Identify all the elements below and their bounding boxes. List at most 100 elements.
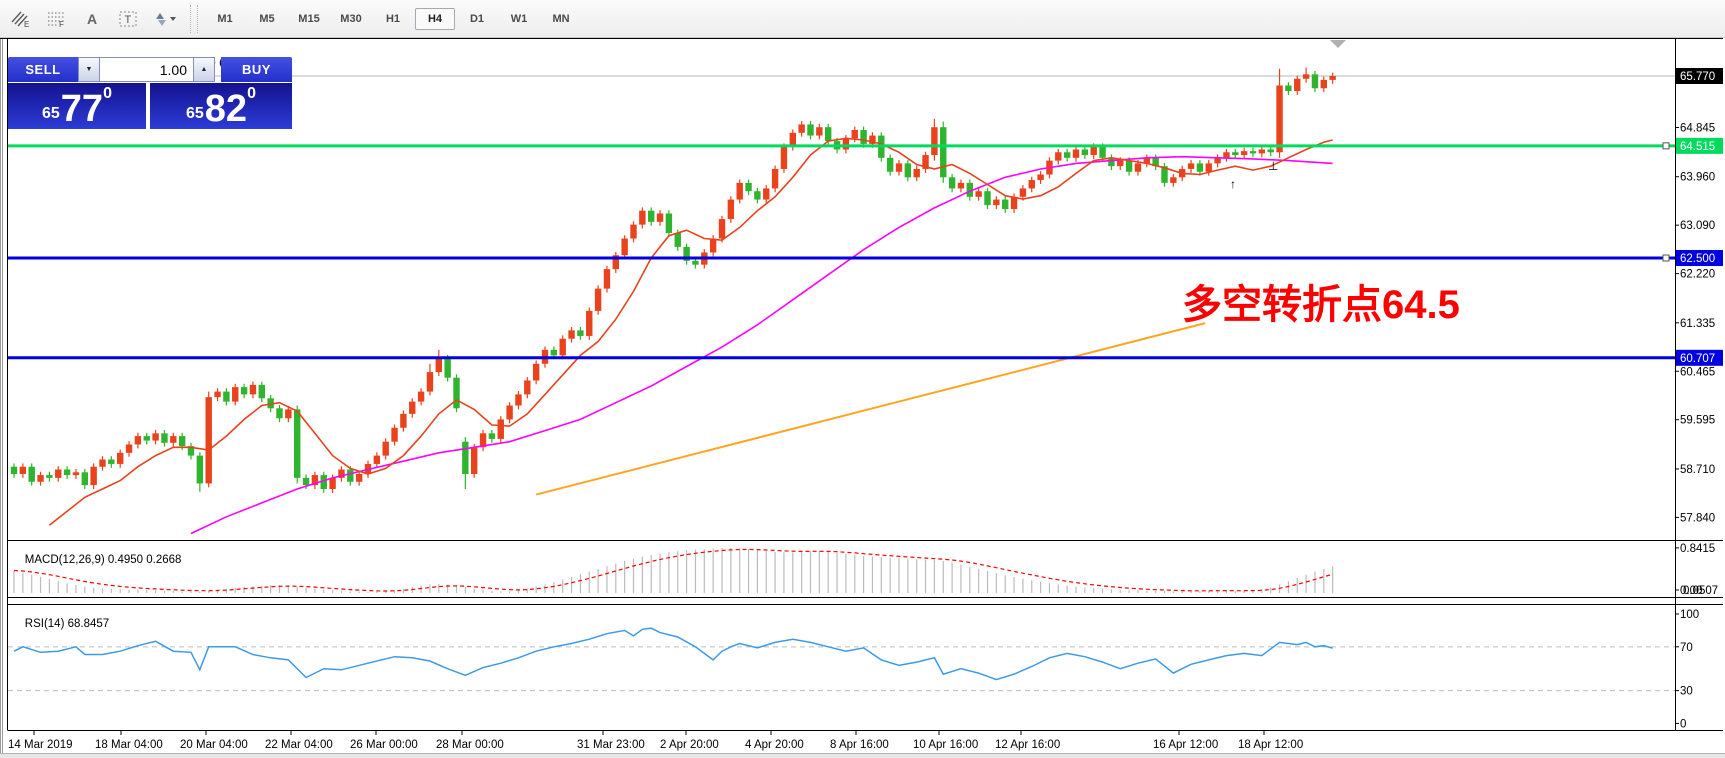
candle xyxy=(551,350,557,356)
price-axis-label: 59.595 xyxy=(1680,415,1715,427)
rsi-scale-label: 70 xyxy=(1680,642,1693,654)
candle xyxy=(144,436,150,440)
candle xyxy=(657,213,663,221)
timeframe-button-MN[interactable]: MN xyxy=(541,8,581,30)
candle xyxy=(29,467,35,482)
candle xyxy=(1064,152,1070,158)
candle xyxy=(560,339,566,356)
volume-input[interactable] xyxy=(100,57,193,82)
candle xyxy=(958,183,964,189)
candle xyxy=(896,163,902,171)
candle xyxy=(1135,163,1141,171)
timeframe-bar: M1M5M15M30H1H4D1W1MN xyxy=(204,8,582,30)
volume-decrease-button[interactable]: ▼ xyxy=(78,57,100,82)
rsi-scale-label: 30 xyxy=(1680,686,1693,698)
trendline xyxy=(536,323,1205,494)
timeframe-button-M15[interactable]: M15 xyxy=(289,8,329,30)
price-axis-label: 60.707 xyxy=(1680,353,1715,365)
candle xyxy=(692,261,698,265)
candle xyxy=(276,408,282,418)
one-click-trade-panel: SELL ▼ ▲ BUY 65 77 0 65 82 0 xyxy=(8,57,292,129)
candle xyxy=(400,414,406,428)
candle xyxy=(1055,152,1061,160)
candle xyxy=(206,397,212,483)
timeframe-button-M30[interactable]: M30 xyxy=(331,8,371,30)
candle xyxy=(294,409,300,477)
macd-histogram xyxy=(14,548,1333,593)
candle xyxy=(374,456,380,464)
time-axis-label: 4 Apr 20:00 xyxy=(745,739,804,751)
fibonacci-icon[interactable]: F xyxy=(40,5,72,33)
candle xyxy=(1259,149,1265,153)
candle xyxy=(852,130,858,138)
buy-price-display[interactable]: 65 82 0 xyxy=(150,83,292,129)
candle xyxy=(179,436,185,446)
candle xyxy=(444,358,450,377)
candle xyxy=(82,472,88,485)
time-axis-label: 18 Apr 12:00 xyxy=(1238,739,1303,751)
price-axis-label: 61.335 xyxy=(1680,318,1715,330)
candle xyxy=(639,211,645,225)
price-axis-label: 62.220 xyxy=(1680,269,1715,281)
hline-handle[interactable] xyxy=(1663,255,1669,261)
time-axis-label: 12 Apr 16:00 xyxy=(995,739,1060,751)
candle xyxy=(232,387,238,401)
macd-scale-label: 0.0507 xyxy=(1683,585,1718,597)
buy-price-small: 65 xyxy=(186,105,204,123)
candle xyxy=(515,394,521,405)
timeframe-button-D1[interactable]: D1 xyxy=(457,8,497,30)
candle xyxy=(604,269,610,288)
candle xyxy=(887,158,893,172)
chart-text-annotation[interactable]: 多空转折点64.5 xyxy=(1182,282,1460,328)
candle xyxy=(728,200,734,219)
rsi-header: RSI(14) 68.8457 xyxy=(12,606,109,642)
chart-shift-marker[interactable] xyxy=(1330,40,1346,48)
timeframe-button-M5[interactable]: M5 xyxy=(247,8,287,30)
candle xyxy=(11,467,17,474)
candle xyxy=(99,459,105,466)
price-axis-label: 63.960 xyxy=(1680,172,1715,184)
candle xyxy=(170,436,176,443)
time-axis-label: 26 Mar 00:00 xyxy=(350,739,418,751)
candle xyxy=(471,447,477,474)
buy-button[interactable]: BUY xyxy=(221,57,292,82)
candle xyxy=(73,472,79,475)
svg-text:F: F xyxy=(59,20,64,28)
candle xyxy=(1029,180,1035,188)
time-axis-label: 2 Apr 20:00 xyxy=(660,739,719,751)
candle xyxy=(55,470,61,478)
hline-handle[interactable] xyxy=(1663,143,1669,149)
candle xyxy=(1002,200,1008,209)
rsi-value: 68.8457 xyxy=(68,618,110,630)
candle xyxy=(630,225,636,239)
candle xyxy=(1250,151,1256,153)
arrows-icon[interactable] xyxy=(148,5,180,33)
candle xyxy=(214,392,220,398)
candle xyxy=(135,436,141,444)
volume-increase-button[interactable]: ▲ xyxy=(193,57,215,82)
macd-header: MACD(12,26,9) 0.4950 0.2668 xyxy=(12,542,181,578)
sell-button[interactable]: SELL xyxy=(8,57,78,82)
text-label-icon[interactable]: A xyxy=(76,5,108,33)
timeframe-button-M1[interactable]: M1 xyxy=(205,8,245,30)
price-axis-label: 63.090 xyxy=(1680,220,1715,232)
candle xyxy=(1232,152,1238,155)
text-box-icon[interactable]: T xyxy=(112,5,144,33)
candle xyxy=(905,163,911,177)
timeframe-button-H1[interactable]: H1 xyxy=(373,8,413,30)
timeframe-button-H4[interactable]: H4 xyxy=(415,8,455,30)
buy-price-big: 82 xyxy=(205,92,247,126)
candle xyxy=(1037,175,1043,181)
candle xyxy=(436,358,442,372)
timeframe-button-W1[interactable]: W1 xyxy=(499,8,539,30)
candle xyxy=(1117,161,1123,167)
candle xyxy=(1188,163,1194,169)
sell-price-display[interactable]: 65 77 0 xyxy=(8,83,146,129)
macd-signal-line xyxy=(14,549,1333,591)
candle xyxy=(117,453,123,464)
price-axis-label: 60.465 xyxy=(1680,366,1715,378)
trade-marker: ↑ xyxy=(1230,177,1236,191)
price-axis-label: 62.500 xyxy=(1680,253,1715,265)
draw-icon[interactable]: E xyxy=(4,5,36,33)
candle xyxy=(816,127,822,135)
